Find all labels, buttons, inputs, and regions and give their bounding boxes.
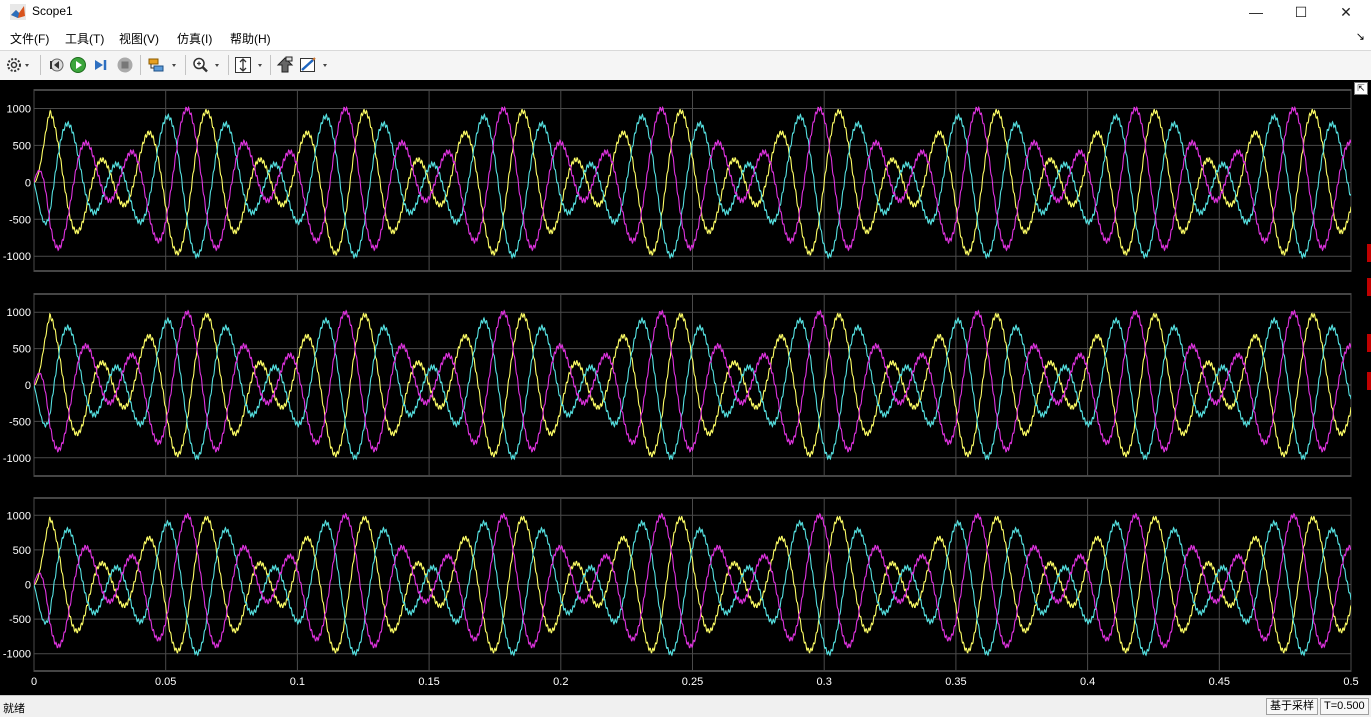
settings-button[interactable]	[5, 55, 31, 75]
x-tick-label: 0.5	[1343, 676, 1358, 688]
y-tick-label: 0	[25, 380, 31, 392]
close-button[interactable]: ✕	[1323, 0, 1369, 24]
x-tick-label: 0.25	[682, 676, 703, 688]
restore-layout-icon[interactable]: ⇱	[1354, 82, 1368, 95]
status-text: 就绪	[3, 703, 25, 715]
signal-tools-icon	[148, 58, 176, 72]
step-forward-icon	[95, 60, 107, 70]
y-tick-label: 0	[25, 177, 31, 189]
x-tick-label: 0.2	[553, 676, 568, 688]
axes-2: -1000 -500 0 500 1000	[3, 293, 1352, 477]
x-tick-label: 0.05	[155, 676, 176, 688]
edge-marker	[1367, 244, 1371, 262]
y-tick-label: 500	[13, 545, 31, 557]
minimize-button[interactable]: —	[1233, 0, 1279, 24]
scope-plot-area: -1000 -500 0 500 1000 -1000 -500 0 500 1000 -1000-…	[0, 80, 1371, 695]
axes-1: -1000 -500 0 500 1000	[3, 89, 1352, 272]
stop-icon	[117, 57, 133, 73]
maximize-button[interactable]: ☐	[1278, 0, 1324, 24]
signal-tools-button[interactable]	[147, 55, 181, 75]
y-tick-label: 1000	[7, 307, 31, 319]
y-tick-label: 1000	[7, 103, 31, 115]
axes-3: -1000 -500 0 500 1000 0 0.05 0.1 0.15 0.2 0.25 0.3 0…	[3, 497, 1359, 688]
run-icon	[70, 57, 86, 73]
highlight-block-button[interactable]	[276, 55, 294, 75]
x-tick-label: 0.4	[1080, 676, 1095, 688]
zoom-button[interactable]	[191, 55, 225, 75]
x-tick-label: 0.3	[817, 676, 832, 688]
x-tick-label: 0	[31, 676, 37, 688]
stop-button[interactable]	[116, 55, 134, 75]
x-tick-label: 0.15	[418, 676, 439, 688]
edge-marker	[1367, 372, 1371, 390]
y-tick-label: 500	[13, 344, 31, 356]
menu-simulation[interactable]: 仿真(I)	[177, 30, 212, 47]
window-title: Scope1	[32, 4, 73, 18]
menu-bar: 文件(F) 工具(T) 视图(V) 仿真(I) 帮助(H) ↘	[0, 24, 1371, 50]
menu-help[interactable]: 帮助(H)	[230, 30, 271, 47]
toolbar	[0, 50, 1371, 81]
title-bar: Scope1 — ☐ ✕	[0, 0, 1371, 24]
step-back-icon	[50, 58, 64, 72]
edge-marker	[1367, 334, 1371, 352]
x-tick-label: 0.45	[1209, 676, 1230, 688]
step-forward-button[interactable]	[92, 55, 110, 75]
run-button[interactable]	[69, 55, 87, 75]
style-button[interactable]	[299, 55, 333, 75]
y-tick-label: -500	[9, 614, 31, 626]
y-tick-label: 500	[13, 140, 31, 152]
y-tick-label: -1000	[3, 649, 31, 661]
edge-marker	[1367, 278, 1371, 296]
y-tick-label: 0	[25, 580, 31, 592]
minimize-icon: —	[1249, 4, 1263, 20]
maximize-icon: ☐	[1294, 3, 1308, 20]
y-tick-label: -1000	[3, 453, 31, 465]
axes-scale-button[interactable]	[234, 55, 268, 75]
zoom-icon	[193, 57, 219, 73]
x-tick-label: 0.1	[290, 676, 305, 688]
x-tick-label: 0.35	[945, 676, 966, 688]
settings-icon	[7, 58, 29, 72]
style-icon	[300, 57, 327, 72]
y-tick-label: 1000	[7, 510, 31, 522]
undock-icon[interactable]: ↘	[1356, 30, 1365, 43]
sampling-mode: 基于采样	[1266, 698, 1318, 715]
sim-time: T=0.500	[1320, 698, 1369, 715]
step-back-button[interactable]	[47, 55, 65, 75]
status-bar: 就绪 基于采样 T=0.500	[0, 695, 1371, 717]
scope-charts[interactable]: -1000-50005001000-1000-50005001000-1000-…	[0, 80, 1371, 695]
y-tick-label: -500	[9, 416, 31, 428]
y-tick-label: -500	[9, 214, 31, 226]
close-icon: ✕	[1340, 3, 1352, 20]
highlight-block-icon	[276, 56, 294, 73]
y-tick-label: -1000	[3, 251, 31, 263]
menu-tools[interactable]: 工具(T)	[65, 30, 104, 47]
axes-scale-icon	[235, 57, 262, 73]
matlab-logo-icon	[10, 4, 26, 20]
menu-file[interactable]: 文件(F)	[10, 30, 49, 47]
menu-view[interactable]: 视图(V)	[119, 30, 159, 47]
